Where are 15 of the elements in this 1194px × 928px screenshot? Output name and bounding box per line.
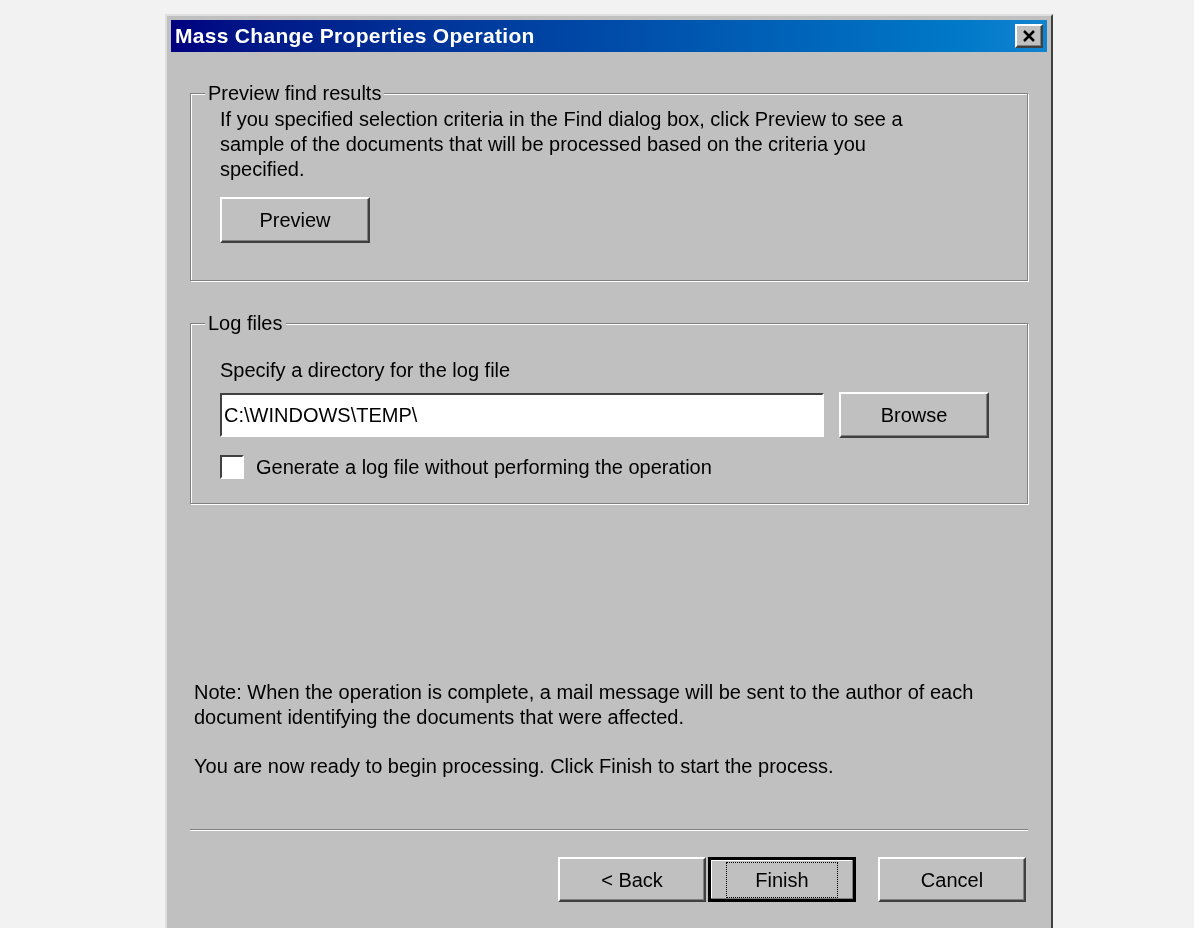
field-label: Specify a directory for the log file	[220, 358, 512, 382]
dialog-button[interactable]: Cancel	[878, 857, 1026, 902]
dialog-button[interactable]: < Back	[558, 857, 706, 902]
preview-description: If you specified selection criteria in the Find dialog box, click Preview to see a sample of the documents that will be processed based on the criteria you specified.	[220, 107, 904, 182]
preview-button[interactable]: Preview	[220, 197, 370, 243]
window-title: Mass Change Properties Operation	[175, 23, 535, 50]
ready-text: You are now ready to begin processing. Click Finish to start the process.	[194, 754, 835, 779]
browse-button[interactable]: Browse	[839, 392, 989, 438]
note-text: Note: When the operation is complete, a mail message will be sent to the author of each document identifying the documents that were affected.	[194, 680, 975, 730]
dialog-button[interactable]: Finish	[708, 857, 856, 902]
directory-field[interactable]: C:\WINDOWS\TEMP\	[220, 393, 824, 437]
checkbox-label: Generate a log file without performing the operation	[256, 455, 712, 480]
close-icon	[1022, 30, 1036, 42]
close-button[interactable]	[1015, 24, 1043, 48]
checkbox[interactable]	[220, 455, 244, 479]
